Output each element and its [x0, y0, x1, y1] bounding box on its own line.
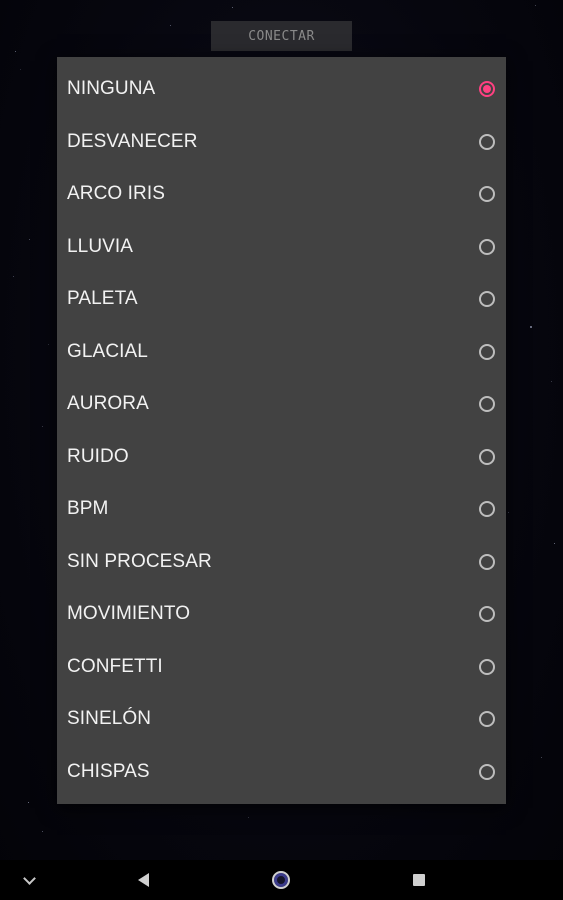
star-dot — [170, 25, 171, 26]
option-lluvia[interactable]: LLUVIA — [57, 221, 506, 274]
star-dot — [248, 817, 249, 818]
option-ninguna[interactable]: NINGUNA — [57, 63, 506, 116]
option-label: ARCO IRIS — [67, 183, 166, 205]
radio-button[interactable] — [479, 238, 495, 255]
option-confetti[interactable]: CONFETTI — [57, 641, 506, 694]
star-dot — [42, 831, 43, 832]
radio-button[interactable] — [479, 186, 495, 203]
hide-keyboard-button[interactable] — [14, 860, 44, 900]
star-dot — [42, 426, 43, 427]
option-label: CHISPAS — [67, 760, 150, 782]
radio-button[interactable] — [479, 501, 495, 518]
option-aurora[interactable]: AURORA — [57, 378, 506, 431]
recents-icon — [413, 874, 425, 886]
radio-button[interactable] — [479, 763, 495, 780]
star-dot — [232, 7, 233, 8]
option-sinelon[interactable]: SINELÓN — [57, 693, 506, 746]
option-label: GLACIAL — [67, 340, 148, 362]
radio-button[interactable] — [479, 291, 495, 308]
radio-button[interactable] — [479, 133, 495, 150]
star-dot — [535, 5, 536, 6]
radio-button[interactable] — [479, 343, 495, 360]
star-dot — [29, 239, 30, 240]
star-dot — [13, 276, 14, 277]
radio-button[interactable] — [479, 658, 495, 675]
option-label: MOVIMIENTO — [67, 603, 191, 625]
radio-button[interactable] — [479, 448, 495, 465]
option-label: SIN PROCESAR — [67, 550, 212, 572]
option-arco-iris[interactable]: ARCO IRIS — [57, 168, 506, 221]
option-paleta[interactable]: PALETA — [57, 273, 506, 326]
option-label: RUIDO — [67, 445, 129, 467]
radio-button[interactable] — [479, 396, 495, 413]
back-button[interactable] — [128, 860, 158, 900]
connect-button[interactable]: CONECTAR — [211, 21, 352, 51]
app-screen: CONECTAR NINGUNA DESVANECER ARCO IRIS LL… — [0, 0, 563, 900]
option-movimiento[interactable]: MOVIMIENTO — [57, 588, 506, 641]
option-bpm[interactable]: BPM — [57, 483, 506, 536]
star-dot — [20, 69, 21, 70]
option-label: BPM — [67, 498, 109, 520]
option-label: NINGUNA — [67, 78, 156, 100]
radio-button[interactable] — [479, 606, 495, 623]
star-dot — [48, 344, 49, 345]
star-dot — [15, 51, 16, 52]
home-button[interactable] — [266, 860, 296, 900]
radio-button[interactable] — [479, 711, 495, 728]
option-label: SINELÓN — [67, 708, 152, 730]
recents-button[interactable] — [404, 860, 434, 900]
option-label: CONFETTI — [67, 655, 163, 677]
star-dot — [551, 381, 552, 382]
option-label: AURORA — [67, 393, 149, 415]
option-sin-procesar[interactable]: SIN PROCESAR — [57, 536, 506, 589]
option-label: DESVANECER — [67, 130, 198, 152]
option-ruido[interactable]: RUIDO — [57, 431, 506, 484]
back-icon — [137, 873, 149, 887]
option-chispas[interactable]: CHISPAS — [57, 746, 506, 799]
star-dot — [508, 512, 509, 513]
option-desvanecer[interactable]: DESVANECER — [57, 116, 506, 169]
effects-dialog: NINGUNA DESVANECER ARCO IRIS LLUVIA PALE… — [57, 57, 506, 804]
chevron-down-icon — [22, 871, 36, 885]
star-dot — [530, 326, 532, 328]
option-label: LLUVIA — [67, 235, 134, 257]
option-label: PALETA — [67, 288, 138, 310]
radio-button-checked[interactable] — [479, 81, 495, 98]
home-icon — [272, 871, 290, 889]
star-dot — [541, 757, 542, 758]
radio-button[interactable] — [479, 553, 495, 570]
star-dot — [28, 802, 29, 803]
star-dot — [554, 543, 555, 544]
system-navigation-bar — [0, 860, 563, 900]
option-glacial[interactable]: GLACIAL — [57, 326, 506, 379]
